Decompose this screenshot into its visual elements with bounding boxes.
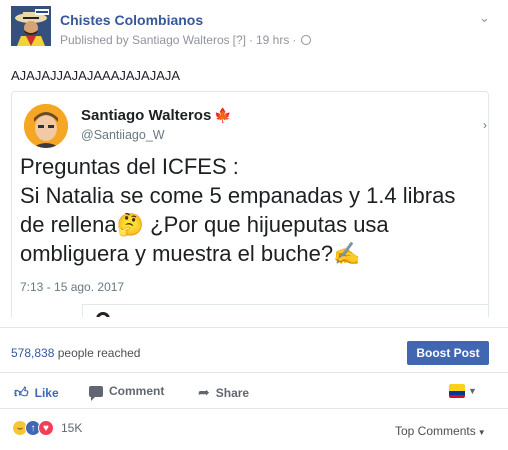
maple-leaf-icon: 🍁 xyxy=(214,107,232,123)
writing-hand-icon: ✍️ xyxy=(333,241,361,266)
share-button[interactable]: ➦ Share xyxy=(198,384,249,401)
post-as-picker[interactable]: ▼ xyxy=(449,384,477,398)
tweet-author-avatar[interactable] xyxy=(24,104,68,148)
colombia-flag-icon xyxy=(449,384,465,398)
love-reaction-icon: ♥ xyxy=(38,420,54,436)
tweet-line-3: de rellena🤔 ¿Por que hijueputas usa xyxy=(20,210,482,239)
reach-label: people reached xyxy=(57,346,141,360)
comment-label: Comment xyxy=(109,384,165,398)
tweet-line-3b-text: ¿Por que hijueputas usa xyxy=(150,212,389,237)
speech-bubble-icon xyxy=(89,385,103,401)
page-avatar[interactable] xyxy=(11,6,51,46)
reactions-summary[interactable]: ⌣ ↑ ♥ 15K xyxy=(12,420,82,436)
page-logo-icon xyxy=(11,6,51,46)
post-meta: Published by Santiago Walteros [?] · 19 … xyxy=(60,33,312,47)
reaction-count: 15K xyxy=(61,421,83,435)
thumbs-up-icon: 👍︎ xyxy=(14,384,29,400)
post-time-link[interactable]: 19 hrs xyxy=(256,33,289,47)
share-arrow-icon: ➦ xyxy=(198,384,210,400)
embedded-tweet[interactable]: Santiago Walteros 🍁 @Santiiago_W › Pregun… xyxy=(11,91,489,317)
divider xyxy=(0,327,508,328)
divider xyxy=(0,372,508,373)
tweet-line-4-text: ombliguera y muestra el buche? xyxy=(20,241,334,266)
tweet-author-handle[interactable]: @Santiiago_W xyxy=(81,128,165,142)
like-label: Like xyxy=(34,385,59,400)
divider xyxy=(0,408,508,409)
top-comments-sort[interactable]: Top Comments ▼ xyxy=(395,424,486,438)
tweet-avatar-icon xyxy=(24,104,68,148)
like-button[interactable]: 👍︎ Like xyxy=(14,384,59,401)
tweet-footer-border xyxy=(82,304,488,317)
tweet-chevron-icon: › xyxy=(483,118,487,132)
tweet-line-1: Preguntas del ICFES : xyxy=(20,154,239,179)
tweet-line-4: ombliguera y muestra el buche?✍️ xyxy=(20,239,482,268)
tweet-body: Preguntas del ICFES : Si Natalia se come… xyxy=(20,152,482,268)
tweet-author-name[interactable]: Santiago Walteros 🍁 xyxy=(81,107,232,124)
facebook-post: Chistes Colombianos Published by Santiag… xyxy=(0,0,508,450)
comment-button[interactable]: Comment xyxy=(89,384,165,401)
meta-separator-2: · xyxy=(292,33,297,47)
share-label: Share xyxy=(215,385,250,400)
globe-icon xyxy=(301,35,312,45)
published-by-text[interactable]: Published by Santiago Walteros xyxy=(60,33,230,47)
tweet-timestamp[interactable]: 7:13 - 15 ago. 2017 xyxy=(20,280,124,294)
tweet-line-2: Si Natalia se come 5 empanadas y 1.4 lib… xyxy=(20,183,456,208)
boost-post-button[interactable]: Boost Post xyxy=(407,341,489,365)
tweet-line-3-text: de rellena xyxy=(20,212,117,237)
meta-separator: · xyxy=(249,33,253,47)
chevron-down-icon: ▼ xyxy=(477,428,486,437)
top-comments-label: Top Comments xyxy=(395,424,476,438)
reach-count: 578,838 xyxy=(11,346,55,360)
thinking-face-icon: 🤔 xyxy=(116,212,145,237)
post-text: AJAJAJJAJAJAAAJAJAJAJA xyxy=(11,68,181,83)
help-marker[interactable]: [?] xyxy=(233,33,246,47)
page-name-link[interactable]: Chistes Colombianos xyxy=(60,12,203,28)
chevron-down-icon: ▼ xyxy=(468,386,477,396)
post-options-chevron-icon[interactable]: ⌄ xyxy=(479,10,490,26)
tweet-author-name-text: Santiago Walteros xyxy=(81,107,212,124)
reach-stats[interactable]: 578,838 people reached xyxy=(11,346,140,360)
